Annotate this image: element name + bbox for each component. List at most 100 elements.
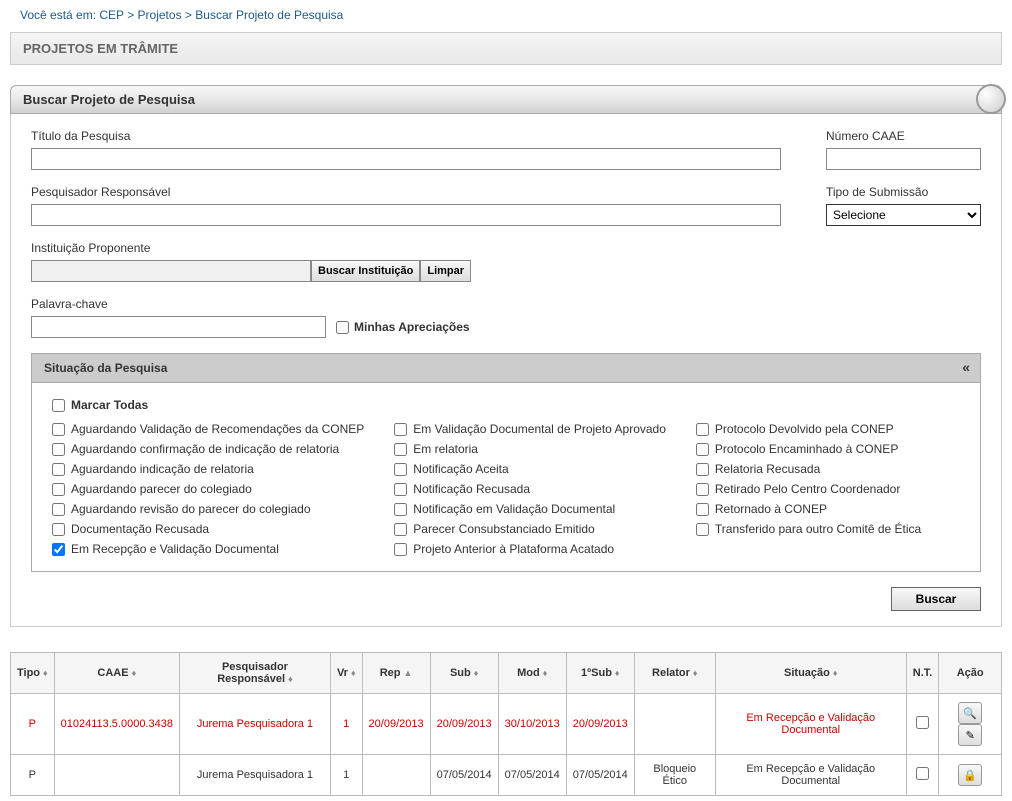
- table-header[interactable]: Vr♦: [330, 653, 362, 694]
- situacao-checkbox[interactable]: [696, 443, 709, 456]
- situacao-checkbox[interactable]: [394, 423, 407, 436]
- sort-icon: ♦: [132, 668, 137, 678]
- situacao-checkbox[interactable]: [394, 543, 407, 556]
- nt-checkbox[interactable]: [916, 767, 929, 780]
- table-cell: Em Recepção e Validação Documental: [715, 694, 906, 755]
- situacao-label: Em relatoria: [413, 442, 478, 456]
- instituicao-label: Instituição Proponente: [31, 241, 981, 255]
- situacao-checkbox[interactable]: [52, 503, 65, 516]
- situacao-checkbox[interactable]: [52, 543, 65, 556]
- sort-icon: ♦: [43, 668, 48, 678]
- situacao-label: Em Validação Documental de Projeto Aprov…: [413, 422, 666, 436]
- situacao-label: Aguardando parecer do colegiado: [71, 482, 252, 496]
- situacao-label: Retornado à CONEP: [715, 502, 827, 516]
- palavra-input[interactable]: [31, 316, 326, 338]
- table-cell: 1: [330, 694, 362, 755]
- situacao-checkbox[interactable]: [52, 423, 65, 436]
- pesquisador-label: Pesquisador Responsável: [31, 185, 781, 199]
- table-cell: Bloqueio Ético: [634, 755, 715, 796]
- breadcrumb-link[interactable]: CEP: [99, 8, 123, 22]
- situacao-label: Documentação Recusada: [71, 522, 209, 536]
- table-cell: Em Recepção e Validação Documental: [715, 755, 906, 796]
- situacao-checkbox[interactable]: [696, 483, 709, 496]
- table-row: P01024113.5.0000.3438Jurema Pesquisadora…: [11, 694, 1002, 755]
- table-cell: Jurema Pesquisadora 1: [179, 755, 330, 796]
- situacao-checkbox[interactable]: [696, 503, 709, 516]
- table-header[interactable]: Mod♦: [498, 653, 566, 694]
- tipo-sub-label: Tipo de Submissão: [826, 185, 981, 199]
- situacao-checkbox[interactable]: [52, 483, 65, 496]
- nt-checkbox[interactable]: [916, 716, 929, 729]
- situacao-label: Notificação em Validação Documental: [413, 502, 615, 516]
- table-header[interactable]: Ação: [939, 653, 1002, 694]
- situacao-body: Marcar Todas Aguardando Validação de Rec…: [31, 383, 981, 572]
- situacao-label: Aguardando confirmação de indicação de r…: [71, 442, 339, 456]
- marcar-todas-checkbox[interactable]: [52, 399, 65, 412]
- action-cell: 🔒: [939, 755, 1002, 796]
- table-header[interactable]: Pesquisador Responsável♦: [179, 653, 330, 694]
- situacao-label: Aguardando Validação de Recomendações da…: [71, 422, 364, 436]
- table-header[interactable]: 1ºSub♦: [566, 653, 634, 694]
- table-header[interactable]: Rep▲: [362, 653, 430, 694]
- search-panel-header: Buscar Projeto de Pesquisa: [10, 85, 1002, 114]
- situacao-label: Transferido para outro Comitê de Ética: [715, 522, 921, 536]
- instituicao-input[interactable]: [31, 260, 311, 282]
- nt-cell: [906, 694, 939, 755]
- nt-cell: [906, 755, 939, 796]
- table-cell: Jurema Pesquisadora 1: [179, 694, 330, 755]
- table-cell: [54, 755, 179, 796]
- situacao-label: Projeto Anterior à Plataforma Acatado: [413, 542, 614, 556]
- edit-button[interactable]: ✎: [958, 724, 982, 746]
- situacao-header[interactable]: Situação da Pesquisa «: [31, 353, 981, 383]
- caae-input[interactable]: [826, 148, 981, 170]
- caae-label: Número CAAE: [826, 129, 981, 143]
- table-cell: 20/09/2013: [566, 694, 634, 755]
- situacao-checkbox[interactable]: [394, 483, 407, 496]
- situacao-checkbox[interactable]: [394, 503, 407, 516]
- table-header[interactable]: Relator♦: [634, 653, 715, 694]
- table-header[interactable]: N.T.: [906, 653, 939, 694]
- action-cell: 🔍✎: [939, 694, 1002, 755]
- table-header[interactable]: Tipo♦: [11, 653, 55, 694]
- tipo-sub-select[interactable]: Selecione: [826, 204, 981, 226]
- table-cell: [362, 755, 430, 796]
- sort-icon: ♦: [693, 668, 698, 678]
- situacao-checkbox[interactable]: [394, 463, 407, 476]
- situacao-label: Notificação Aceita: [413, 462, 508, 476]
- situacao-checkbox[interactable]: [52, 523, 65, 536]
- lock-button[interactable]: 🔒: [958, 764, 982, 786]
- table-header[interactable]: Sub♦: [430, 653, 498, 694]
- sort-icon: ♦: [615, 668, 620, 678]
- breadcrumb-link[interactable]: Projetos: [138, 8, 182, 22]
- situacao-checkbox[interactable]: [52, 463, 65, 476]
- table-header[interactable]: CAAE♦: [54, 653, 179, 694]
- collapse-icon[interactable]: «: [962, 359, 970, 375]
- situacao-label: Protocolo Encaminhado à CONEP: [715, 442, 898, 456]
- table-cell: 20/09/2013: [362, 694, 430, 755]
- minhas-apreciacoes-checkbox[interactable]: [336, 321, 349, 334]
- table-cell: P: [11, 694, 55, 755]
- results-table: Tipo♦CAAE♦Pesquisador Responsável♦Vr♦Rep…: [10, 652, 1002, 796]
- situacao-checkbox[interactable]: [394, 443, 407, 456]
- palavra-label: Palavra-chave: [31, 297, 981, 311]
- sort-icon: ♦: [833, 668, 838, 678]
- buscar-instituicao-button[interactable]: Buscar Instituição: [311, 260, 420, 282]
- pesquisador-input[interactable]: [31, 204, 781, 226]
- view-button[interactable]: 🔍: [958, 702, 982, 724]
- situacao-label: Em Recepção e Validação Documental: [71, 542, 279, 556]
- search-form: Título da Pesquisa Número CAAE Pesquisad…: [10, 114, 1002, 627]
- table-cell: 01024113.5.0000.3438: [54, 694, 179, 755]
- titulo-label: Título da Pesquisa: [31, 129, 781, 143]
- situacao-checkbox[interactable]: [394, 523, 407, 536]
- situacao-checkbox[interactable]: [696, 423, 709, 436]
- table-header[interactable]: Situação♦: [715, 653, 906, 694]
- limpar-button[interactable]: Limpar: [420, 260, 471, 282]
- situacao-checkbox[interactable]: [696, 523, 709, 536]
- titulo-input[interactable]: [31, 148, 781, 170]
- sort-icon: ♦: [351, 668, 356, 678]
- buscar-button[interactable]: Buscar: [891, 587, 981, 611]
- situacao-checkbox[interactable]: [52, 443, 65, 456]
- situacao-checkbox[interactable]: [696, 463, 709, 476]
- breadcrumb: Você está em: CEP > Projetos > Buscar Pr…: [10, 5, 1002, 30]
- situacao-label: Protocolo Devolvido pela CONEP: [715, 422, 894, 436]
